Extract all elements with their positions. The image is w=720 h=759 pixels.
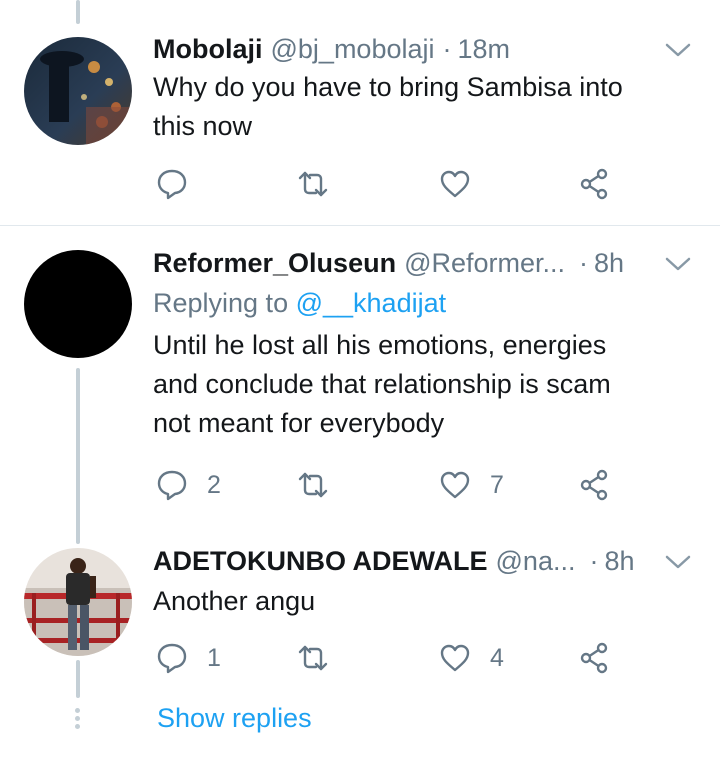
display-name[interactable]: Mobolaji bbox=[153, 32, 263, 66]
share-button[interactable] bbox=[578, 467, 612, 503]
tweet-text-line: this now bbox=[153, 111, 253, 141]
timestamp[interactable]: 18m bbox=[458, 32, 511, 66]
tweet-header: Mobolaji @bj_mobolaji · 18m bbox=[153, 32, 692, 66]
timestamp[interactable]: 8h bbox=[594, 246, 624, 280]
tweet-header: ADETOKUNBO ADEWALE @na... · 8h bbox=[153, 544, 692, 578]
like-icon bbox=[440, 170, 470, 198]
reply-icon bbox=[157, 169, 187, 200]
tweet-header: Reformer_Oluseun @Reformer... · 8h bbox=[153, 246, 692, 280]
like-icon bbox=[440, 644, 470, 672]
avatar[interactable] bbox=[24, 37, 132, 145]
share-icon bbox=[580, 469, 608, 501]
like-count: 4 bbox=[490, 643, 504, 672]
retweet-icon bbox=[298, 645, 328, 671]
separator: · bbox=[442, 34, 452, 64]
reply-count: 2 bbox=[207, 470, 221, 499]
like-count: 7 bbox=[490, 470, 504, 499]
avatar-image bbox=[24, 548, 132, 656]
tweet-adetokunbo-adewale[interactable]: ADETOKUNBO ADEWALE @na... · 8h Another a… bbox=[0, 527, 720, 759]
tweet-text: Until he lost all his emotions, energies… bbox=[153, 326, 692, 443]
share-icon bbox=[580, 168, 608, 200]
reply-icon bbox=[157, 470, 187, 501]
reply-button[interactable]: 2 bbox=[155, 467, 221, 503]
chevron-down-icon[interactable] bbox=[664, 40, 692, 60]
reply-icon bbox=[157, 643, 187, 674]
user-handle[interactable]: @bj_mobolaji bbox=[271, 32, 435, 66]
chevron-down-icon[interactable] bbox=[664, 552, 692, 572]
tweet-actions bbox=[153, 166, 623, 202]
mention-link[interactable]: @__khadijat bbox=[296, 288, 447, 318]
retweet-button[interactable] bbox=[296, 166, 330, 202]
like-icon bbox=[440, 471, 470, 499]
tweet-text-line: Another angu bbox=[153, 586, 316, 616]
separator: · bbox=[589, 546, 599, 576]
display-name[interactable]: Reformer_Oluseun bbox=[153, 246, 396, 280]
tweet-reformer-oluseun[interactable]: Reformer_Oluseun @Reformer... · 8h Reply… bbox=[0, 226, 720, 526]
share-button[interactable] bbox=[578, 166, 612, 202]
like-button[interactable]: 4 bbox=[438, 640, 504, 676]
tweet-mobolaji[interactable]: Mobolaji @bj_mobolaji · 18m Why do you h… bbox=[0, 0, 720, 225]
replying-to-label: Replying to bbox=[153, 288, 296, 318]
reply-button[interactable] bbox=[155, 166, 189, 202]
avatar[interactable] bbox=[24, 548, 132, 656]
tweet-text-line: and conclude that relationship is scam bbox=[153, 369, 611, 399]
user-handle[interactable]: @Reformer... bbox=[404, 246, 565, 280]
avatar[interactable] bbox=[24, 250, 132, 358]
retweet-icon bbox=[298, 472, 328, 498]
retweet-button[interactable] bbox=[296, 467, 330, 503]
user-handle[interactable]: @na... bbox=[496, 544, 576, 578]
timestamp[interactable]: 8h bbox=[604, 544, 634, 578]
show-replies-link[interactable]: Show replies bbox=[157, 703, 312, 734]
tweet-text-line: Until he lost all his emotions, energies bbox=[153, 330, 607, 360]
retweet-icon bbox=[298, 171, 328, 197]
share-icon bbox=[580, 642, 608, 674]
reply-count: 1 bbox=[207, 643, 221, 672]
avatar-image bbox=[24, 37, 132, 145]
like-button[interactable] bbox=[438, 166, 472, 202]
tweet-text-line: not meant for everybody bbox=[153, 408, 445, 438]
tweet-actions: 2 7 bbox=[153, 467, 623, 503]
separator: · bbox=[579, 248, 589, 278]
replying-to: Replying to @__khadijat bbox=[153, 284, 692, 322]
tweet-actions: 1 4 bbox=[153, 640, 623, 676]
tweet-text: Why do you have to bring Sambisa into th… bbox=[153, 68, 692, 146]
reply-button[interactable]: 1 bbox=[155, 640, 221, 676]
retweet-button[interactable] bbox=[296, 640, 330, 676]
like-button[interactable]: 7 bbox=[438, 467, 504, 503]
tweet-text: Another angu bbox=[153, 582, 692, 621]
display-name[interactable]: ADETOKUNBO ADEWALE bbox=[153, 544, 488, 578]
tweet-text-line: Why do you have to bring Sambisa into bbox=[153, 72, 623, 102]
chevron-down-icon[interactable] bbox=[664, 254, 692, 274]
share-button[interactable] bbox=[578, 640, 612, 676]
